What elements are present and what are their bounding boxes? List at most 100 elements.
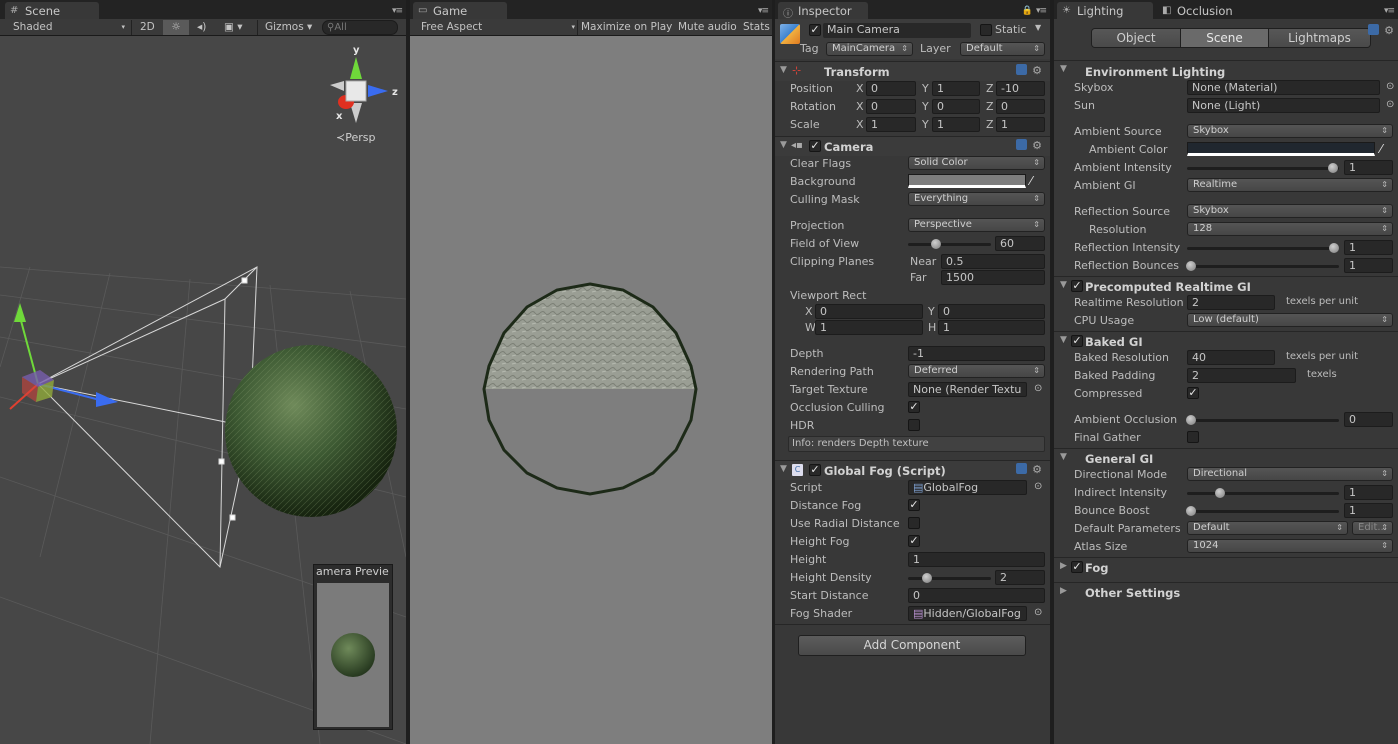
position-x-field[interactable]: 0 [866, 81, 916, 96]
tab-scene[interactable]: # Scene [5, 2, 99, 19]
lightmaps-mode-button[interactable]: Lightmaps [1269, 29, 1370, 47]
height-fog-checkbox[interactable]: ✓ [908, 535, 920, 547]
transform-header[interactable]: ▼ ⊹ Transform ⚙ [775, 61, 1050, 81]
mute-audio-toggle[interactable]: Mute audio [674, 20, 741, 35]
viewport-w-field[interactable]: 1 [815, 320, 923, 335]
tab-occlusion[interactable]: ◧ Occlusion [1157, 2, 1253, 19]
rotation-z-field[interactable]: 0 [996, 99, 1045, 114]
precomputed-gi-checkbox[interactable]: ✓ [1071, 280, 1083, 292]
foldout-icon[interactable]: ▼ [1060, 280, 1067, 290]
add-component-button[interactable]: Add Component [798, 635, 1026, 656]
compressed-checkbox[interactable]: ✓ [1187, 387, 1199, 399]
ambient-gi-dropdown[interactable]: Realtime [1187, 178, 1393, 192]
projection-dropdown[interactable]: Perspective [908, 218, 1045, 232]
tab-lighting[interactable]: ☀ Lighting [1057, 2, 1153, 19]
indirect-intensity-slider-thumb[interactable] [1215, 488, 1225, 498]
camera-header[interactable]: ▼ ◂▪ ✓ Camera ⚙ [775, 136, 1050, 156]
effects-dropdown-icon[interactable]: ▣ ▾ [220, 20, 247, 35]
depth-field[interactable]: -1 [908, 346, 1045, 361]
aspect-dropdown[interactable]: Free Aspect ▾ [417, 20, 577, 35]
gizmos-dropdown[interactable]: Gizmos ▾ [261, 20, 316, 35]
position-z-field[interactable]: -10 [996, 81, 1045, 96]
foldout-icon[interactable]: ▼ [780, 65, 787, 75]
skybox-field[interactable]: None (Material) [1187, 80, 1380, 95]
reflection-intensity-slider-thumb[interactable] [1329, 243, 1339, 253]
script-field[interactable]: ▤GlobalFog [908, 480, 1027, 495]
fov-slider-thumb[interactable] [931, 239, 942, 249]
near-field[interactable]: 0.5 [941, 254, 1045, 269]
viewport-h-field[interactable]: 1 [938, 320, 1045, 335]
background-color-field[interactable] [908, 174, 1026, 188]
ambient-occlusion-field[interactable]: 0 [1344, 412, 1393, 427]
bounce-boost-slider-thumb[interactable] [1186, 506, 1196, 516]
object-picker-icon[interactable]: ⊙ [1034, 607, 1042, 618]
baked-padding-field[interactable]: 2 [1187, 368, 1296, 383]
lighting-settings-icons[interactable]: ⚙ [1368, 24, 1394, 37]
radial-distance-checkbox[interactable] [908, 517, 920, 529]
foldout-collapsed-icon[interactable]: ▶ [1060, 586, 1067, 596]
fov-field[interactable]: 60 [995, 236, 1045, 251]
indirect-intensity-field[interactable]: 1 [1344, 485, 1393, 500]
component-settings-icon[interactable]: ⚙ [1016, 64, 1042, 77]
scale-z-field[interactable]: 1 [996, 117, 1045, 132]
maximize-on-play-toggle[interactable]: Maximize on Play [577, 20, 676, 35]
bounce-boost-slider-track[interactable] [1187, 510, 1339, 513]
other-settings-header[interactable]: ▶ Other Settings [1054, 582, 1398, 602]
lock-icon[interactable]: 🔒 [1022, 6, 1033, 16]
reflection-bounces-slider-thumb[interactable] [1186, 261, 1196, 271]
scale-x-field[interactable]: 1 [866, 117, 916, 132]
baked-resolution-field[interactable]: 40 [1187, 350, 1275, 365]
baked-gi-checkbox[interactable]: ✓ [1071, 335, 1083, 347]
atlas-size-dropdown[interactable]: 1024 [1187, 539, 1393, 553]
foldout-icon[interactable]: ▼ [780, 464, 787, 474]
tab-menu-icon[interactable]: ▾≡ [392, 6, 403, 16]
static-checkbox[interactable] [980, 24, 992, 36]
eyedropper-icon[interactable]: ⁄ [1380, 142, 1382, 156]
directional-mode-dropdown[interactable]: Directional [1187, 467, 1393, 481]
fov-slider-track[interactable] [908, 243, 991, 246]
tab-menu-icon[interactable]: ▾≡ [1036, 6, 1047, 16]
final-gather-checkbox[interactable] [1187, 431, 1199, 443]
target-texture-field[interactable]: None (Render Textu [908, 382, 1027, 397]
reflection-bounces-slider-track[interactable] [1187, 265, 1339, 268]
rotation-y-field[interactable]: 0 [932, 99, 980, 114]
foldout-icon[interactable]: ▼ [1060, 64, 1067, 74]
foldout-collapsed-icon[interactable]: ▶ [1060, 561, 1067, 571]
indirect-intensity-slider-track[interactable] [1187, 492, 1339, 495]
rendering-path-dropdown[interactable]: Deferred [908, 364, 1045, 378]
edit-parameters-button[interactable]: Edit... [1352, 521, 1393, 535]
foldout-icon[interactable]: ▼ [780, 140, 787, 150]
stats-toggle[interactable]: Stats [739, 20, 774, 35]
game-viewport[interactable] [410, 37, 772, 744]
height-field[interactable]: 1 [908, 552, 1045, 567]
ambient-occlusion-slider-track[interactable] [1187, 419, 1339, 422]
fog-header[interactable]: ▶ ✓ Fog [1054, 557, 1398, 577]
sun-field[interactable]: None (Light) [1187, 98, 1380, 113]
precomputed-gi-header[interactable]: ▼ ✓ Precomputed Realtime GI [1054, 276, 1398, 296]
environment-lighting-header[interactable]: ▼ Environment Lighting [1054, 60, 1398, 80]
height-density-field[interactable]: 2 [995, 570, 1045, 585]
reflection-bounces-field[interactable]: 1 [1344, 258, 1393, 273]
scene-search-input[interactable]: ⚲All [322, 20, 398, 35]
tag-dropdown[interactable]: MainCamera [826, 42, 913, 56]
bounce-boost-field[interactable]: 1 [1344, 503, 1393, 518]
object-picker-icon[interactable]: ⊙ [1386, 99, 1394, 110]
far-field[interactable]: 1500 [941, 270, 1045, 285]
object-picker-icon[interactable]: ⊙ [1034, 383, 1042, 394]
object-mode-button[interactable]: Object [1092, 29, 1181, 47]
lighting-toggle-icon[interactable]: ☼ [163, 20, 189, 35]
component-settings-icon[interactable]: ⚙ [1016, 139, 1042, 152]
viewport-x-field[interactable]: 0 [815, 304, 923, 319]
2d-toggle[interactable]: 2D [136, 20, 159, 35]
static-dropdown-icon[interactable]: ▼ [1035, 23, 1041, 32]
scene-mode-button[interactable]: Scene [1181, 29, 1269, 47]
reflection-source-dropdown[interactable]: Skybox [1187, 204, 1393, 218]
foldout-icon[interactable]: ▼ [1060, 335, 1067, 345]
global-fog-enabled-checkbox[interactable]: ✓ [809, 464, 821, 476]
camera-enabled-checkbox[interactable]: ✓ [809, 140, 821, 152]
cpu-usage-dropdown[interactable]: Low (default) [1187, 313, 1393, 327]
rotation-x-field[interactable]: 0 [866, 99, 916, 114]
persp-label[interactable]: ≺Persp [336, 131, 375, 144]
start-distance-field[interactable]: 0 [908, 588, 1045, 603]
eyedropper-icon[interactable]: ⁄ [1030, 174, 1032, 188]
